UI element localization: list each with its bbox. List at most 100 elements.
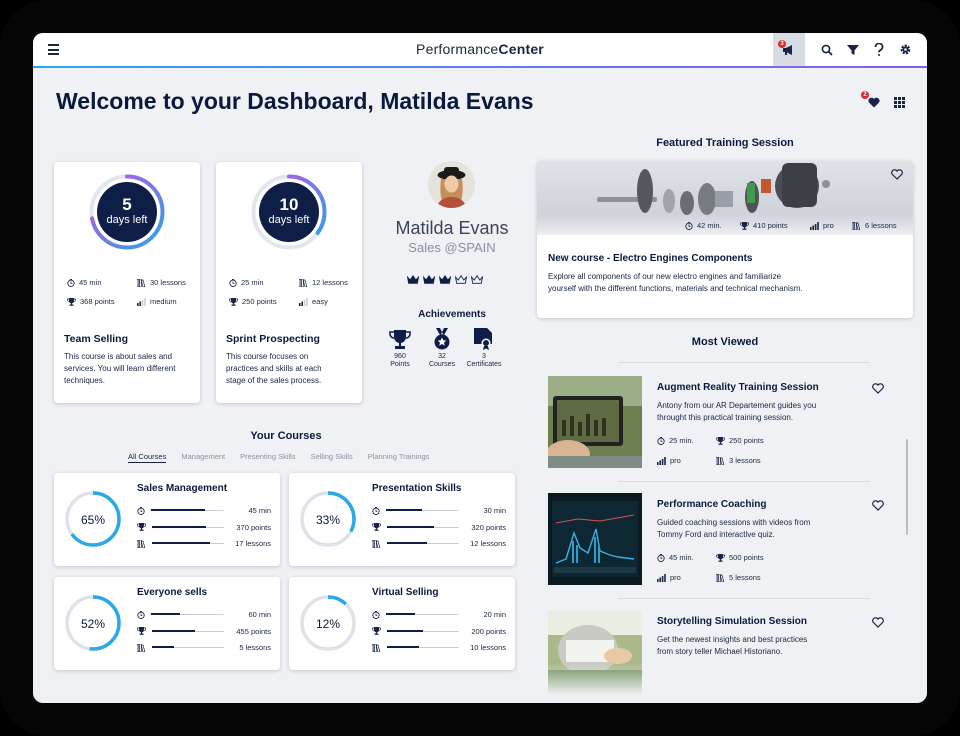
clock-icon	[685, 221, 693, 230]
help-icon	[874, 43, 884, 56]
achievement-label: Points	[390, 361, 410, 368]
points: 250 points	[716, 436, 764, 445]
course-stat-points: 370 points	[137, 523, 271, 532]
stat-value: 200 points	[471, 626, 506, 636]
level: easy	[299, 297, 328, 306]
lessons-text: 3 lessons	[729, 456, 761, 465]
level-text: medium	[150, 297, 177, 306]
favorite-button[interactable]	[872, 498, 884, 516]
level-text: easy	[312, 297, 328, 306]
grid-view-button[interactable]	[894, 95, 905, 113]
duration: 25 min.	[657, 436, 694, 445]
stat-bar-fill	[151, 613, 180, 615]
achievement-label: Certificates	[466, 361, 502, 368]
course-description: This course is about sales and services. …	[64, 352, 176, 385]
search-button[interactable]	[819, 42, 835, 58]
stat-bar-fill	[387, 525, 434, 528]
level-text: pro	[823, 221, 834, 230]
course-stat-points: 200 points	[372, 627, 506, 636]
scrollbar[interactable]	[906, 439, 908, 535]
announcements-button[interactable]: 3	[773, 33, 805, 66]
level-text: pro	[670, 573, 681, 582]
progress-percent: 52%	[80, 617, 106, 631]
books-icon	[852, 221, 861, 230]
your-course-card[interactable]: 33% Presentation Skills 30 min 320 points 12…	[289, 473, 515, 566]
tab-management[interactable]: Management	[181, 452, 225, 463]
certificate-icon	[462, 326, 506, 350]
duration: 25 min	[229, 278, 264, 287]
course-title: Team Selling	[64, 333, 128, 345]
profile-name: Matilda Evans	[395, 218, 509, 238]
filter-button[interactable]	[845, 42, 861, 58]
tab-all-courses[interactable]: All Courses	[128, 452, 167, 463]
featured-course-title: New course - Electro Engines Components	[548, 253, 753, 264]
your-course-card[interactable]: 52% Everyone sells 60 min 455 points 5 lesso…	[54, 577, 280, 670]
points-text: 410 points	[753, 221, 788, 230]
favorite-button[interactable]	[872, 381, 884, 399]
books-icon	[299, 278, 308, 287]
course-card-team-selling[interactable]: 5 days left 45 min 30 lessons 368 points medi…	[54, 162, 200, 403]
points: 368 points	[67, 297, 115, 306]
your-course-card[interactable]: 12% Virtual Selling 20 min 200 points 10 les…	[289, 577, 515, 670]
course-stat-minutes: 20 min	[372, 610, 506, 619]
grid-icon	[894, 97, 905, 108]
books-icon	[372, 643, 381, 652]
clock-icon	[657, 436, 665, 445]
clock-icon	[229, 278, 237, 287]
books-icon	[137, 643, 146, 652]
stat-value: 60 min	[248, 610, 271, 619]
gear-icon	[900, 44, 910, 55]
featured-favorite-button[interactable]	[891, 167, 903, 185]
course-stat-lessons: 17 lessons	[137, 539, 271, 548]
stat-bar	[151, 613, 223, 615]
course-description: Guided coaching sessions with videos fro…	[657, 518, 811, 539]
featured-card[interactable]: New course - Electro Engines Components …	[537, 161, 913, 318]
stat-bar-fill	[387, 646, 420, 648]
tab-selling-skills[interactable]: Selling Skills	[311, 452, 353, 463]
stat-bar	[387, 629, 459, 632]
points-text: 250 points	[242, 297, 277, 306]
stat-bar	[386, 509, 458, 511]
course-stat-lessons: 10 lessons	[372, 643, 506, 652]
your-course-card[interactable]: 65% Sales Management 45 min 370 points 17 le…	[54, 473, 280, 566]
duration-text: 45 min.	[669, 553, 694, 562]
tab-planning-trainings[interactable]: Planning Trainings	[368, 452, 430, 463]
progress-percent: 33%	[315, 513, 341, 527]
trophy-icon	[137, 523, 146, 531]
days-left-badge: 10 days left	[259, 182, 319, 242]
lessons: 5 lessons	[716, 573, 761, 582]
favorite-button[interactable]	[872, 615, 884, 633]
most-viewed-item[interactable]: Performance Coaching Guided coaching sess…	[548, 493, 898, 585]
stat-bar	[386, 613, 458, 615]
tab-presenting-skills[interactable]: Presenting Skills	[240, 452, 295, 463]
help-button[interactable]	[871, 42, 887, 58]
stat-bar-fill	[151, 509, 205, 511]
lessons: 12 lessons	[299, 278, 348, 287]
most-viewed-item[interactable]: Augment Reality Training Session Antony f…	[548, 376, 898, 468]
heart-outline-icon	[872, 500, 884, 511]
divider	[618, 598, 870, 599]
course-thumbnail	[548, 376, 642, 468]
course-card-sprint-prospecting[interactable]: 10 days left 25 min 12 lessons 250 points eas…	[216, 162, 362, 403]
settings-button[interactable]	[897, 42, 913, 58]
stat-value: 370 points	[236, 522, 271, 532]
course-title: Presentation Skills	[372, 483, 462, 494]
featured-title: Featured Training Session	[656, 137, 794, 149]
stat-bar-fill	[387, 542, 427, 544]
books-icon	[716, 573, 725, 582]
points-text: 368 points	[80, 297, 115, 306]
trophy-icon	[137, 627, 146, 635]
course-stat-points: 320 points	[372, 523, 506, 532]
course-stat-points: 455 points	[137, 627, 271, 636]
achievement-value: 3	[482, 353, 486, 360]
days-left-badge: 5 days left	[97, 182, 157, 242]
stat-bar	[151, 509, 223, 511]
trophy-icon	[372, 627, 381, 635]
course-thumbnail	[548, 493, 642, 585]
progress-percent: 12%	[315, 617, 341, 631]
app-screen: PerformanceCenter 3 Welcome to your Dash…	[33, 33, 927, 703]
level-icon	[810, 221, 819, 230]
books-icon	[137, 278, 146, 287]
favorites-button[interactable]: 2	[861, 91, 880, 113]
trophy-icon	[716, 553, 725, 562]
